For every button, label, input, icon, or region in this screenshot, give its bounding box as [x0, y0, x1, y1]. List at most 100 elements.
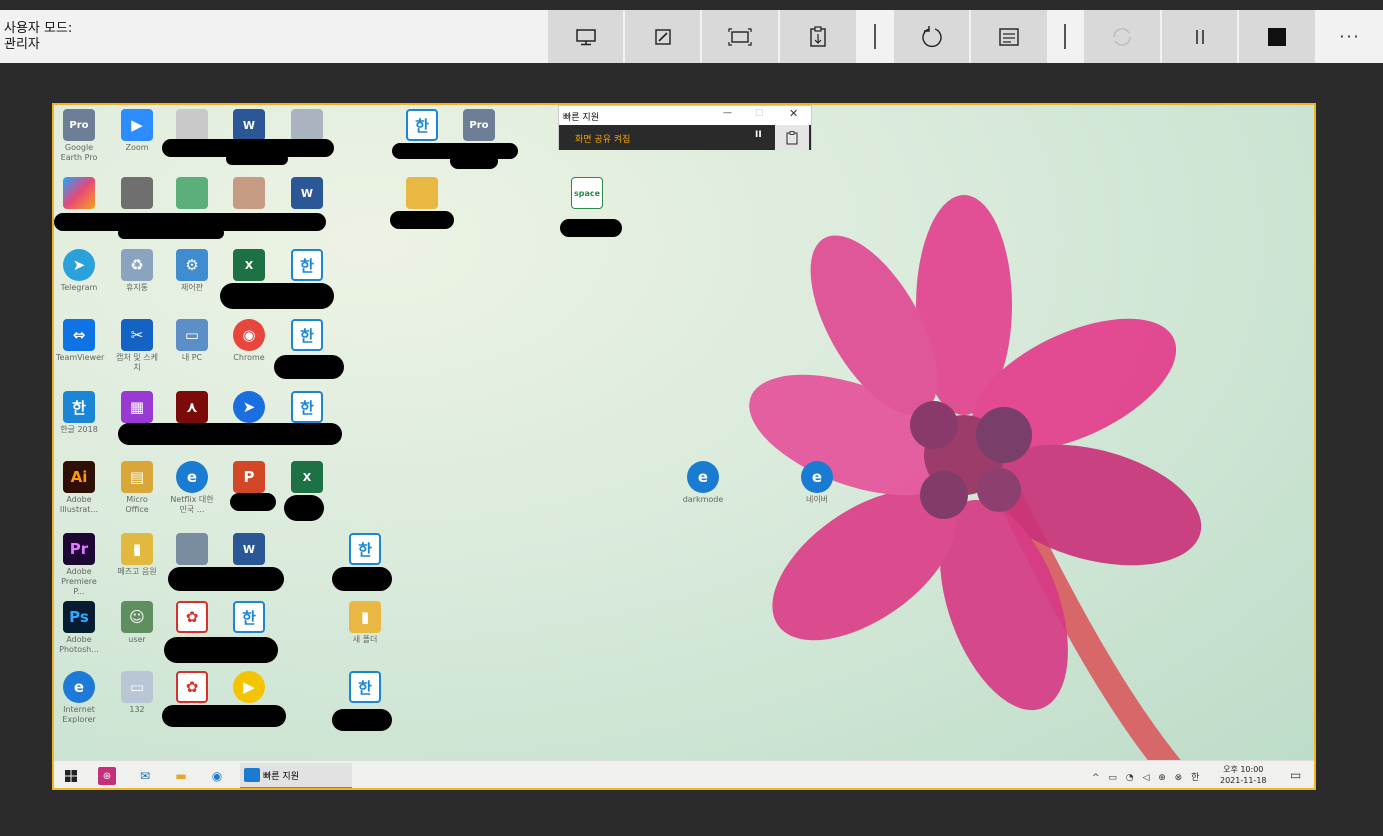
mail-icon[interactable]: ✉: [136, 767, 154, 785]
desktop-icon-control-panel[interactable]: ⚙ 제어판: [169, 249, 215, 293]
desktop-icon-unlabeled[interactable]: 한: [284, 319, 330, 351]
desktop-icon-google-earth-pro[interactable]: Pro Google Earth Pro: [56, 109, 102, 163]
teamviewer-icon: ⇔: [63, 319, 95, 351]
desktop-icon-unlabeled[interactable]: 한: [342, 671, 388, 703]
close-button[interactable]: ✕: [789, 107, 798, 120]
desktop-icon-unlabeled[interactable]: 한: [342, 533, 388, 565]
actual-size-button[interactable]: [702, 10, 778, 63]
desktop-icon-user[interactable]: ☺ user: [114, 601, 160, 645]
desktop-icon-netflix[interactable]: e Netflix 대한민국 ...: [169, 461, 215, 515]
desktop-icon-unlabeled[interactable]: [56, 177, 102, 209]
desktop-icon-adobe-premiere[interactable]: Pr Adobe Premiere P...: [56, 533, 102, 597]
desktop-icon-unlabeled[interactable]: 한: [226, 601, 272, 633]
desktop-icon-unlabeled[interactable]: W: [284, 177, 330, 209]
desktop-icon-unlabeled[interactable]: X: [226, 249, 272, 281]
annotate-button[interactable]: [625, 10, 700, 63]
desktop-icon-unlabeled[interactable]: W: [226, 533, 272, 565]
desktop-icon-unlabeled[interactable]: ▶: [226, 671, 272, 703]
redaction-mark: [226, 153, 288, 165]
system-tray[interactable]: ^ ▭ ◔ ◁ ⊕ ⊗ 한: [1092, 770, 1202, 783]
pdf-icon: ✿: [176, 601, 208, 633]
google-earth-icon: Pro: [463, 109, 495, 141]
maximize-button[interactable]: □: [755, 108, 764, 118]
quick-assist-icon: [244, 768, 260, 782]
chrome-icon: ◉: [233, 319, 265, 351]
reconnect-button[interactable]: [1084, 10, 1160, 63]
desktop-icon-telegram[interactable]: ➤ Telegram: [56, 249, 102, 293]
desktop-icon-micro-office[interactable]: ▤ Micro Office: [114, 461, 160, 515]
taskbar-quick-assist[interactable]: 빠른 지원: [240, 763, 352, 788]
acrobat-icon: ⋏: [176, 391, 208, 423]
end-button[interactable]: [1239, 10, 1315, 63]
google-earth-icon: Pro: [63, 109, 95, 141]
desktop-icon-unlabeled[interactable]: 한: [284, 249, 330, 281]
desktop-icon-unlabeled[interactable]: ▦: [114, 391, 160, 423]
fit-screen-icon: [728, 27, 752, 46]
clipboard-icon: [810, 25, 826, 47]
desktop-icon-unlabeled[interactable]: X: [284, 461, 330, 493]
desktop-icon-unlabeled[interactable]: Pro: [456, 109, 502, 141]
desktop-icon-unlabeled[interactable]: 한: [399, 109, 445, 141]
clipboard-icon: [786, 130, 798, 144]
task-manager-button[interactable]: [971, 10, 1047, 63]
pause-icon: [1195, 29, 1204, 44]
desktop-icon-unlabeled[interactable]: ⋏: [169, 391, 215, 423]
desktop-icon-naver[interactable]: e 네이버: [794, 461, 840, 505]
micro-office-icon: ▤: [121, 461, 153, 493]
desktop-icon-unlabeled[interactable]: [284, 109, 330, 141]
desktop-icon-this-pc[interactable]: ▭ 내 PC: [169, 319, 215, 363]
user-mode-label: 사용자 모드: 관리자: [4, 21, 73, 52]
taskbar-clock[interactable]: 오후 10:00 2021-11-18: [1220, 764, 1267, 786]
stop-icon: [1268, 27, 1286, 46]
desktop-icon-teamviewer[interactable]: ⇔ TeamViewer: [56, 319, 104, 363]
desktop-icon-unlabeled[interactable]: [226, 177, 272, 209]
restart-button[interactable]: [894, 10, 969, 63]
hwp-icon: 한: [349, 671, 381, 703]
desktop-icon-recycle-bin[interactable]: ♻ 휴지통: [114, 249, 160, 293]
desktop-icon-unlabeled[interactable]: 한: [284, 391, 330, 423]
edge-icon[interactable]: ◉: [208, 767, 226, 785]
folder-icon: ▮: [121, 533, 153, 565]
desktop-icon-unlabeled[interactable]: space: [564, 177, 610, 209]
word-document-icon: W: [233, 109, 265, 141]
desktop-icon-hangul-2018[interactable]: 한 한글 2018: [56, 391, 102, 435]
desktop-icon-zoom[interactable]: ▶ Zoom: [114, 109, 160, 153]
desktop-icon-unlabeled[interactable]: [169, 177, 215, 209]
image-icon: [176, 177, 208, 209]
instruction-channel-button[interactable]: [775, 125, 809, 150]
desktop-icon-unlabeled[interactable]: ✿: [169, 601, 215, 633]
desktop-icon-internet-explorer[interactable]: e Internet Explorer: [56, 671, 102, 725]
desktop-icon-unlabeled[interactable]: [114, 177, 160, 209]
desktop-icon-unlabeled[interactable]: [169, 533, 215, 565]
notification-icon[interactable]: ▭: [1290, 768, 1301, 782]
file-explorer-icon[interactable]: ▬: [172, 767, 190, 785]
desktop-icon-unlabeled[interactable]: ➤: [226, 391, 272, 423]
desktop-icon-132[interactable]: ▭ 132: [114, 671, 160, 715]
pause-button[interactable]: [1162, 10, 1237, 63]
windows-taskbar: ⊛ ✉ ▬ ◉ 빠른 지원 ^ ▭ ◔ ◁ ⊕ ⊗ 한 오후 10:00 202…: [54, 760, 1314, 788]
photoshop-icon: Ps: [63, 601, 95, 633]
remote-desktop-view[interactable]: Pro Google Earth Pro ▶ Zoom W 한 Pro W sp…: [52, 103, 1316, 790]
start-button[interactable]: [62, 767, 80, 785]
word-document-icon: W: [233, 533, 265, 565]
desktop-icon-chrome[interactable]: ◉ Chrome: [226, 319, 272, 363]
toggle-instruction-channel-button[interactable]: [780, 10, 856, 63]
redaction-mark: [390, 211, 454, 229]
desktop-icon-unlabeled[interactable]: [169, 109, 215, 141]
pause-sharing-button[interactable]: II: [755, 130, 762, 140]
desktop-icon-folder[interactable]: ▮ 페즈고 음원: [114, 533, 160, 577]
scanner-icon: [291, 109, 323, 141]
desktop-icon-new-folder[interactable]: ▮ 새 폴더: [342, 601, 388, 645]
desktop-icon-darkmode[interactable]: e darkmode: [680, 461, 726, 505]
more-options-button[interactable]: ···: [1317, 10, 1383, 63]
desktop-icon-unlabeled[interactable]: ✿: [169, 671, 215, 703]
desktop-icon-adobe-photoshop[interactable]: Ps Adobe Photosh...: [56, 601, 102, 655]
desktop-icon-unlabeled[interactable]: [399, 177, 445, 209]
taskbar-app-icon[interactable]: ⊛: [98, 767, 116, 785]
desktop-icon-unlabeled[interactable]: W: [226, 109, 272, 141]
minimize-button[interactable]: —: [723, 108, 732, 118]
desktop-icon-snip-sketch[interactable]: ✂ 캡처 및 스케치: [114, 319, 160, 373]
select-monitor-button[interactable]: [548, 10, 623, 63]
desktop-icon-unlabeled[interactable]: P: [226, 461, 272, 493]
desktop-icon-adobe-illustrator[interactable]: Ai Adobe Illustrat...: [56, 461, 102, 515]
